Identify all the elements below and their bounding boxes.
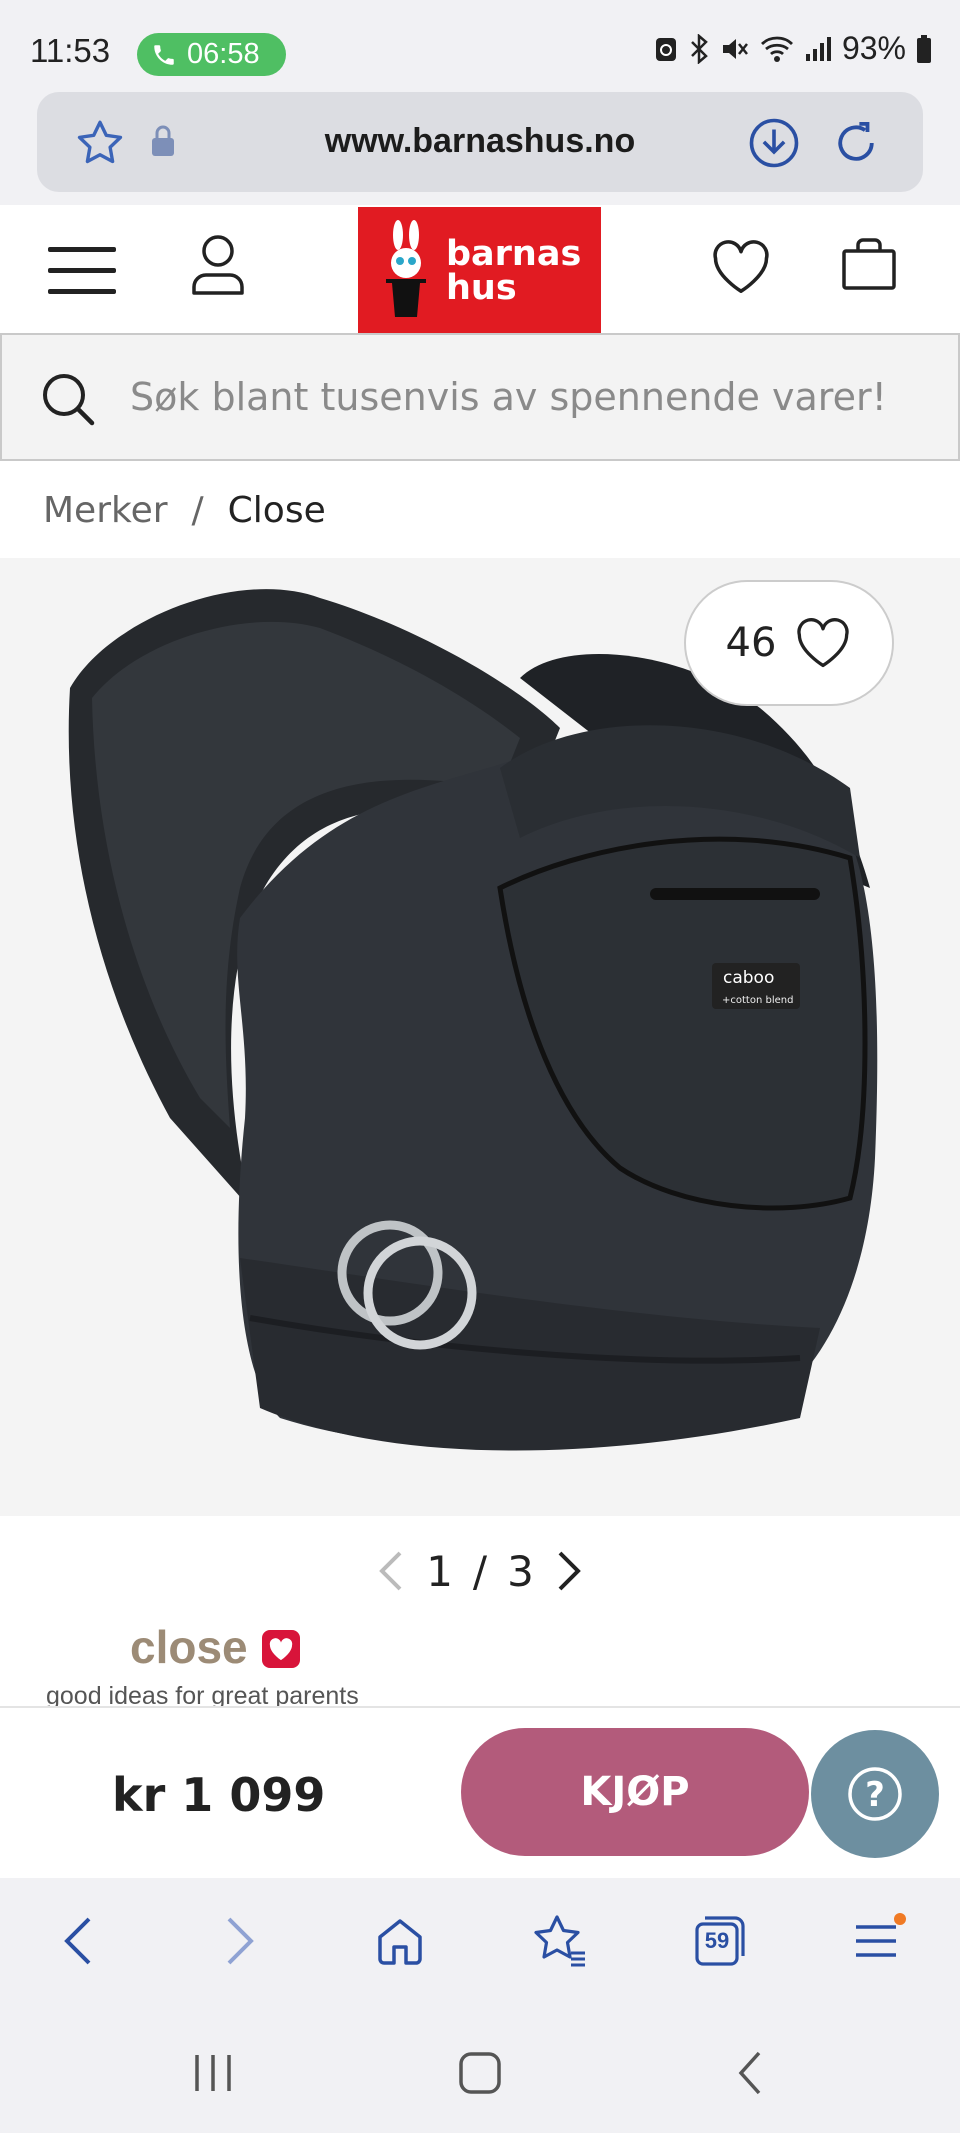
chevron-right-icon <box>558 1551 581 1591</box>
heart-icon <box>797 618 850 668</box>
image-index: 1 <box>426 1546 453 1596</box>
recycle-icon <box>655 37 676 61</box>
call-indicator[interactable]: 06:58 <box>137 33 286 76</box>
buy-button[interactable]: KJØP <box>461 1728 809 1856</box>
shopping-bag-icon[interactable] <box>841 235 897 291</box>
home-icon <box>378 1919 422 1965</box>
svg-text:?: ? <box>865 1775 885 1815</box>
help-icon: ? <box>848 1767 902 1821</box>
address-bar[interactable]: www.barnashus.no <box>37 92 923 192</box>
favorite-button[interactable]: 46 <box>684 580 894 706</box>
brand-logo: close <box>130 1621 248 1673</box>
product-label-subtext: +cotton blend <box>722 995 793 1006</box>
site-header: barnas hus <box>0 205 960 333</box>
mute-icon <box>722 38 748 59</box>
rabbit-hat-icon <box>386 220 426 317</box>
wifi-icon <box>760 36 793 62</box>
download-icon[interactable] <box>747 116 801 170</box>
previous-image-button[interactable] <box>376 1549 406 1593</box>
chevron-left-icon <box>379 1551 402 1591</box>
home-system-button[interactable] <box>445 2043 515 2103</box>
heart-icon[interactable] <box>710 239 772 295</box>
logo-text: barnas hus <box>446 234 582 308</box>
status-time: 11:53 <box>30 32 111 69</box>
price: kr 1 099 <box>112 1768 326 1822</box>
image-total: 3 <box>507 1546 534 1596</box>
search-icon[interactable] <box>40 371 96 427</box>
status-icons: 93% <box>654 30 932 67</box>
help-button[interactable]: ? <box>811 1730 939 1858</box>
recent-apps-button[interactable] <box>178 2043 248 2103</box>
brand-tagline: good ideas for great parents <box>46 1682 359 1706</box>
system-navigation-bar <box>0 2003 960 2133</box>
favorites-count: 46 <box>725 620 777 666</box>
bookmarks-star-icon <box>534 1915 585 1967</box>
forward-button[interactable] <box>200 1906 280 1976</box>
phone-icon <box>154 44 174 65</box>
search-bar[interactable] <box>0 333 960 461</box>
account-icon[interactable] <box>190 233 246 297</box>
breadcrumb-item-close: Close <box>227 490 326 531</box>
search-input[interactable] <box>130 375 930 419</box>
back-icon <box>64 1917 91 1965</box>
forward-icon <box>227 1917 254 1965</box>
system-back-icon <box>738 2051 761 2095</box>
browser-menu-button[interactable] <box>840 1906 920 1976</box>
brand-heart-icon <box>262 1630 300 1668</box>
system-back-button[interactable] <box>715 2043 785 2103</box>
menu-icon[interactable] <box>48 245 116 297</box>
breadcrumb-item-merker[interactable]: Merker <box>43 490 168 531</box>
hamburger-menu-icon <box>856 1913 906 1957</box>
bluetooth-icon <box>691 33 708 64</box>
breadcrumb: Merker / Close <box>43 490 326 531</box>
tabs-button[interactable]: 59 <box>680 1906 760 1976</box>
next-image-button[interactable] <box>554 1549 584 1593</box>
notification-dot <box>894 1913 906 1925</box>
recent-apps-icon <box>195 2055 231 2091</box>
browser-toolbar: www.barnashus.no <box>0 90 960 205</box>
back-button[interactable] <box>38 1906 118 1976</box>
brand-section[interactable]: close good ideas for great parents <box>0 1600 960 1706</box>
browser-navigation-bar: 59 <box>0 1878 960 2003</box>
call-timer: 06:58 <box>187 38 260 70</box>
image-separator: / <box>472 1546 488 1596</box>
home-button[interactable] <box>360 1906 440 1976</box>
breadcrumb-separator: / <box>191 490 204 531</box>
buy-bar: kr 1 099 KJØP ? <box>0 1706 960 1878</box>
battery-icon <box>917 34 931 63</box>
status-bar: 11:53 06:58 93% <box>0 0 960 90</box>
bookmarks-button[interactable] <box>520 1906 600 1976</box>
home-square-icon <box>459 2052 501 2094</box>
battery-percent: 93% <box>841 30 906 66</box>
signal-icon <box>805 36 831 61</box>
site-logo[interactable]: barnas hus <box>358 207 601 333</box>
refresh-icon[interactable] <box>829 116 883 170</box>
tab-count: 59 <box>704 1928 730 1953</box>
product-label-text: caboo <box>723 968 774 988</box>
